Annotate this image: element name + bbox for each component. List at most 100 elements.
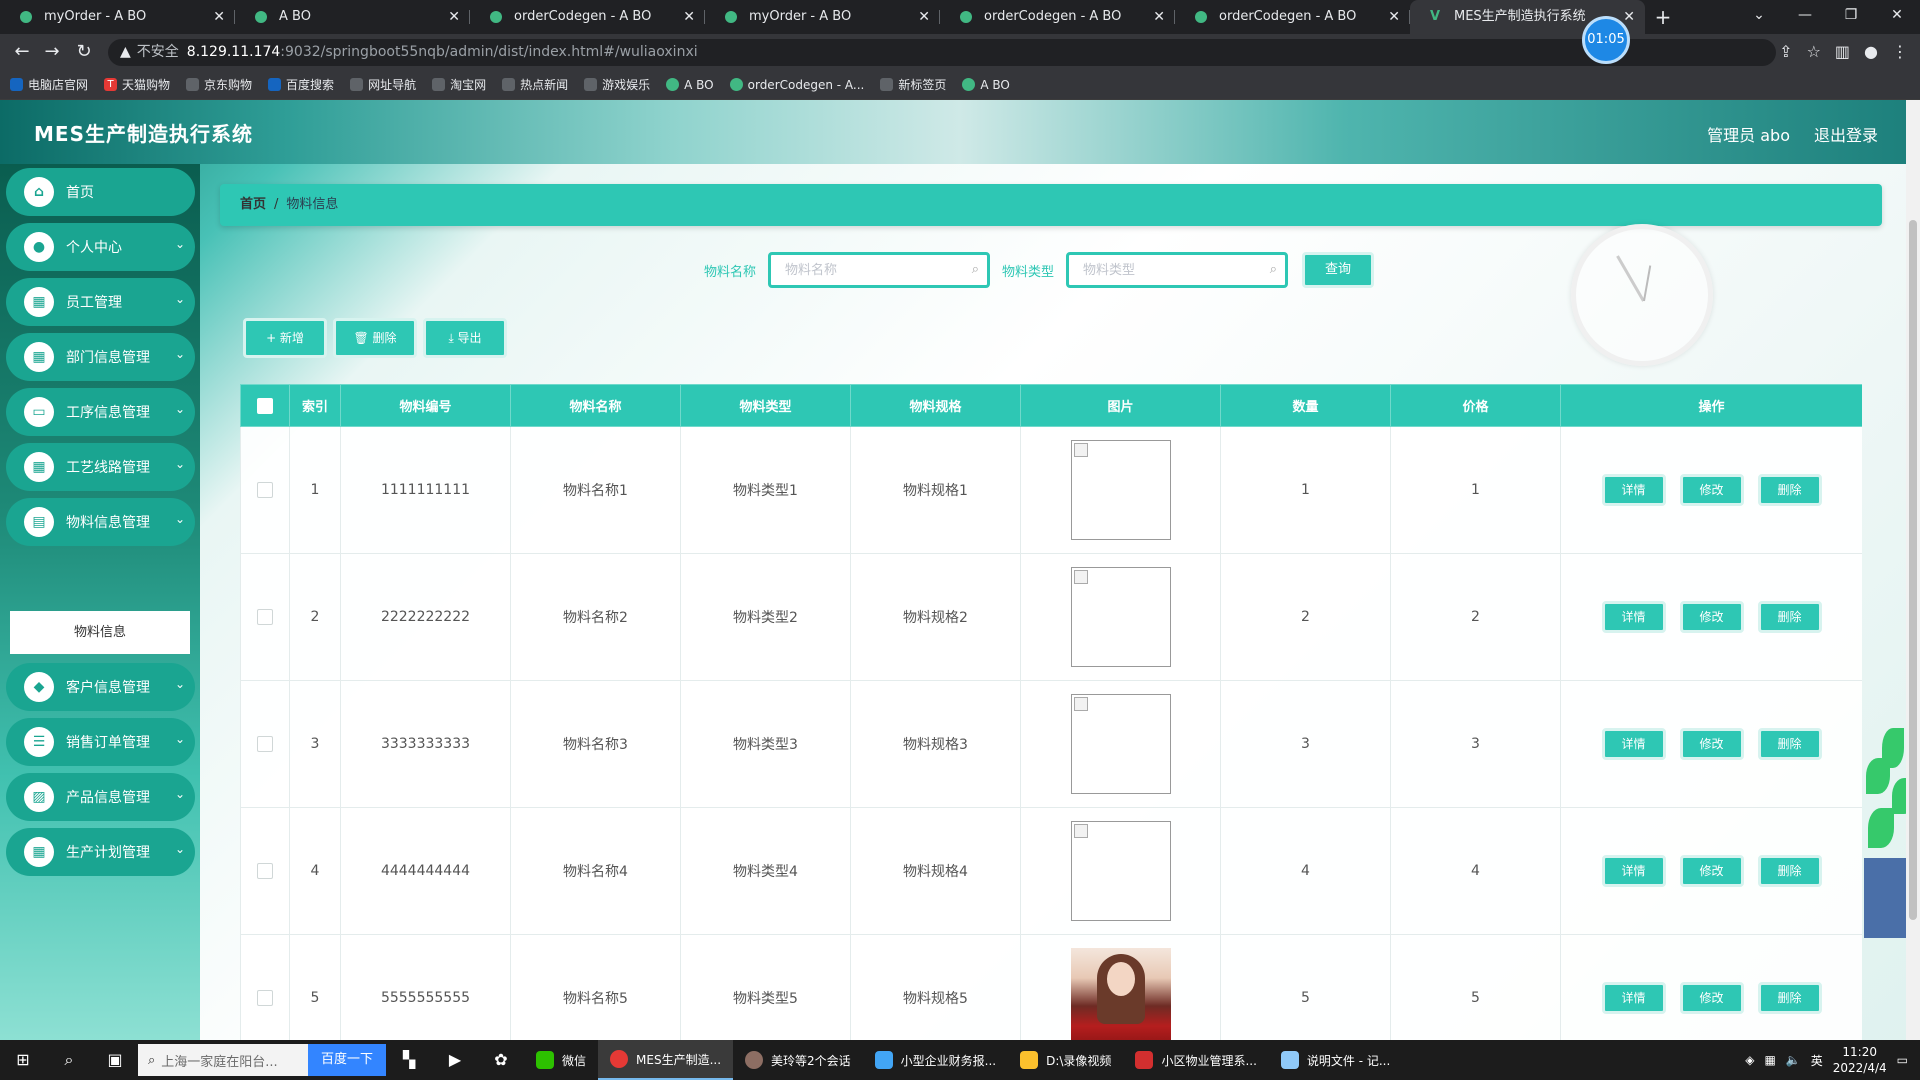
edit-button[interactable]: 修改 xyxy=(1679,474,1744,506)
sidebar-item-customer[interactable]: ◆ 客户信息管理 ⌄ xyxy=(6,663,195,711)
bookmark[interactable]: A BO xyxy=(666,78,714,92)
bookmark[interactable]: orderCodegen - A... xyxy=(729,78,864,92)
detail-button[interactable]: 详情 xyxy=(1601,601,1666,633)
detail-button[interactable]: 详情 xyxy=(1601,728,1666,760)
row-checkbox[interactable] xyxy=(257,736,273,752)
restore-icon[interactable]: ❐ xyxy=(1828,0,1874,34)
browser-tab[interactable]: myOrder - A BO ✕ xyxy=(705,0,940,34)
scrollbar-thumb[interactable] xyxy=(1909,220,1917,920)
row-delete-button[interactable]: 删除 xyxy=(1757,982,1822,1014)
row-delete-button[interactable]: 删除 xyxy=(1757,601,1822,633)
delete-button[interactable]: 🗑 删除 xyxy=(333,318,417,358)
bookmark[interactable]: 热点新闻 xyxy=(502,76,568,93)
windows-start-icon[interactable]: ⊞ xyxy=(0,1040,46,1080)
taskbar-clock[interactable]: 11:20 2022/4/4 xyxy=(1833,1044,1887,1076)
edit-button[interactable]: 修改 xyxy=(1679,728,1744,760)
select-all-checkbox[interactable] xyxy=(257,397,273,414)
row-delete-button[interactable]: 删除 xyxy=(1757,728,1822,760)
minimize-icon[interactable]: — xyxy=(1782,0,1828,34)
detail-button[interactable]: 详情 xyxy=(1601,474,1666,506)
sidebar-item-department[interactable]: ▦ 部门信息管理 ⌄ xyxy=(6,333,195,381)
sidebar-item-staff[interactable]: ▦ 员工管理 ⌄ xyxy=(6,278,195,326)
sidebar-item-product[interactable]: ▨ 产品信息管理 ⌄ xyxy=(6,773,195,821)
star-icon[interactable]: ☆ xyxy=(1807,42,1821,61)
bookmark[interactable]: 京东购物 xyxy=(186,76,252,93)
row-checkbox[interactable] xyxy=(257,482,273,498)
browser-tab[interactable]: orderCodegen - A BO ✕ xyxy=(940,0,1175,34)
back-icon[interactable]: ← xyxy=(10,40,34,64)
sidebar-subitem-material-info[interactable]: 物料信息 xyxy=(10,611,190,654)
bookmark[interactable]: A BO xyxy=(962,78,1010,92)
taskbar-app-chat[interactable]: 美玲等2个会话 xyxy=(733,1040,863,1080)
bookmark[interactable]: 电脑店官网 xyxy=(10,76,88,93)
browser-tab[interactable]: orderCodegen - A BO ✕ xyxy=(1175,0,1410,34)
taskbar-app-chrome[interactable]: MES生产制造... xyxy=(598,1040,734,1080)
bookmark[interactable]: 百度搜索 xyxy=(268,76,334,93)
export-button[interactable]: ⤓ 导出 xyxy=(423,318,507,358)
close-window-icon[interactable]: ✕ xyxy=(1874,0,1920,34)
taskbar-app-notepad[interactable]: 说明文件 - 记... xyxy=(1269,1040,1402,1080)
sidebar-item-production-plan[interactable]: ▦ 生产计划管理 ⌄ xyxy=(6,828,195,876)
notification-icon[interactable]: ▭ xyxy=(1897,1053,1908,1067)
sidebar-item-sales-order[interactable]: ☰ 销售订单管理 ⌄ xyxy=(6,718,195,766)
row-checkbox[interactable] xyxy=(257,863,273,879)
new-tab-button[interactable]: + xyxy=(1645,0,1681,34)
detail-button[interactable]: 详情 xyxy=(1601,855,1666,887)
row-delete-button[interactable]: 删除 xyxy=(1757,474,1822,506)
forward-icon[interactable]: → xyxy=(40,40,64,64)
browser-tab[interactable]: orderCodegen - A BO ✕ xyxy=(470,0,705,34)
menu-dots-icon[interactable]: ⋮ xyxy=(1892,42,1908,61)
store-icon[interactable]: ▚ xyxy=(386,1040,432,1080)
reload-icon[interactable]: ↻ xyxy=(72,40,96,64)
share-icon[interactable]: ⇪ xyxy=(1779,42,1792,61)
task-view-icon[interactable]: ▣ xyxy=(92,1040,138,1080)
row-delete-button[interactable]: 删除 xyxy=(1757,855,1822,887)
search-icon[interactable]: ⌕ xyxy=(46,1040,92,1080)
sidebar-item-process[interactable]: ▭ 工序信息管理 ⌄ xyxy=(6,388,195,436)
sidebar-item-home[interactable]: ⌂ 首页 xyxy=(6,168,195,216)
player-icon[interactable]: ▶ xyxy=(432,1040,478,1080)
row-checkbox[interactable] xyxy=(257,609,273,625)
sidebar-item-material[interactable]: ▤ 物料信息管理 ⌄ xyxy=(6,498,195,546)
edit-button[interactable]: 修改 xyxy=(1679,982,1744,1014)
url-field[interactable]: ▲ 不安全 8.129.11.174:9032/springboot55nqb/ad… xyxy=(108,39,1776,66)
network-icon[interactable]: ▦ xyxy=(1764,1053,1775,1067)
taskbar-search-field[interactable]: ⌕ 上海一家庭在阳台... xyxy=(138,1044,308,1076)
browser-tab[interactable]: myOrder - A BO ✕ xyxy=(0,0,235,34)
taskbar-app-report[interactable]: 小型企业财务报... xyxy=(863,1040,1008,1080)
sidebar-item-personal-center[interactable]: ● 个人中心 ⌄ xyxy=(6,223,195,271)
bookmark[interactable]: 新标签页 xyxy=(880,76,946,93)
edit-button[interactable]: 修改 xyxy=(1679,601,1744,633)
breadcrumb-home[interactable]: 首页 xyxy=(240,197,266,212)
baidu-search-button[interactable]: 百度一下 xyxy=(308,1044,386,1076)
sidepanel-icon[interactable]: ▥ xyxy=(1835,42,1850,61)
taskbar-app-property[interactable]: 小区物业管理系... xyxy=(1123,1040,1268,1080)
close-tab-icon[interactable]: ✕ xyxy=(448,0,460,34)
bookmark[interactable]: 网址导航 xyxy=(350,76,416,93)
taskbar-app-wechat[interactable]: 微信 xyxy=(524,1040,598,1080)
gear-icon[interactable]: ✿ xyxy=(478,1040,524,1080)
close-tab-icon[interactable]: ✕ xyxy=(1388,0,1400,34)
bookmark[interactable]: 游戏娱乐 xyxy=(584,76,650,93)
bookmark[interactable]: 淘宝网 xyxy=(432,76,486,93)
material-name-input[interactable] xyxy=(771,255,988,285)
close-tab-icon[interactable]: ✕ xyxy=(918,0,930,34)
edit-button[interactable]: 修改 xyxy=(1679,855,1744,887)
logout-button[interactable]: 退出登录 xyxy=(1814,122,1878,146)
volume-icon[interactable]: 🔈 xyxy=(1786,1053,1801,1067)
ime-indicator[interactable]: 英 xyxy=(1811,1052,1823,1069)
row-checkbox[interactable] xyxy=(257,990,273,1006)
page-scrollbar[interactable] xyxy=(1906,100,1920,1040)
browser-tab[interactable]: A BO ✕ xyxy=(235,0,470,34)
add-button[interactable]: + 新增 xyxy=(243,318,327,358)
tray-app-icon[interactable]: ◈ xyxy=(1745,1053,1754,1067)
close-tab-icon[interactable]: ✕ xyxy=(1153,0,1165,34)
profile-icon[interactable]: ● xyxy=(1864,42,1878,61)
tab-search-icon[interactable]: ⌄ xyxy=(1736,0,1782,34)
bookmark[interactable]: T 天猫购物 xyxy=(104,76,170,93)
query-button[interactable]: 查询 xyxy=(1302,252,1375,288)
close-tab-icon[interactable]: ✕ xyxy=(213,0,225,34)
taskbar-app-folder[interactable]: D:\录像视频 xyxy=(1008,1040,1123,1080)
timer-badge[interactable]: 01:05 xyxy=(1582,16,1630,64)
material-type-input[interactable] xyxy=(1069,255,1286,285)
